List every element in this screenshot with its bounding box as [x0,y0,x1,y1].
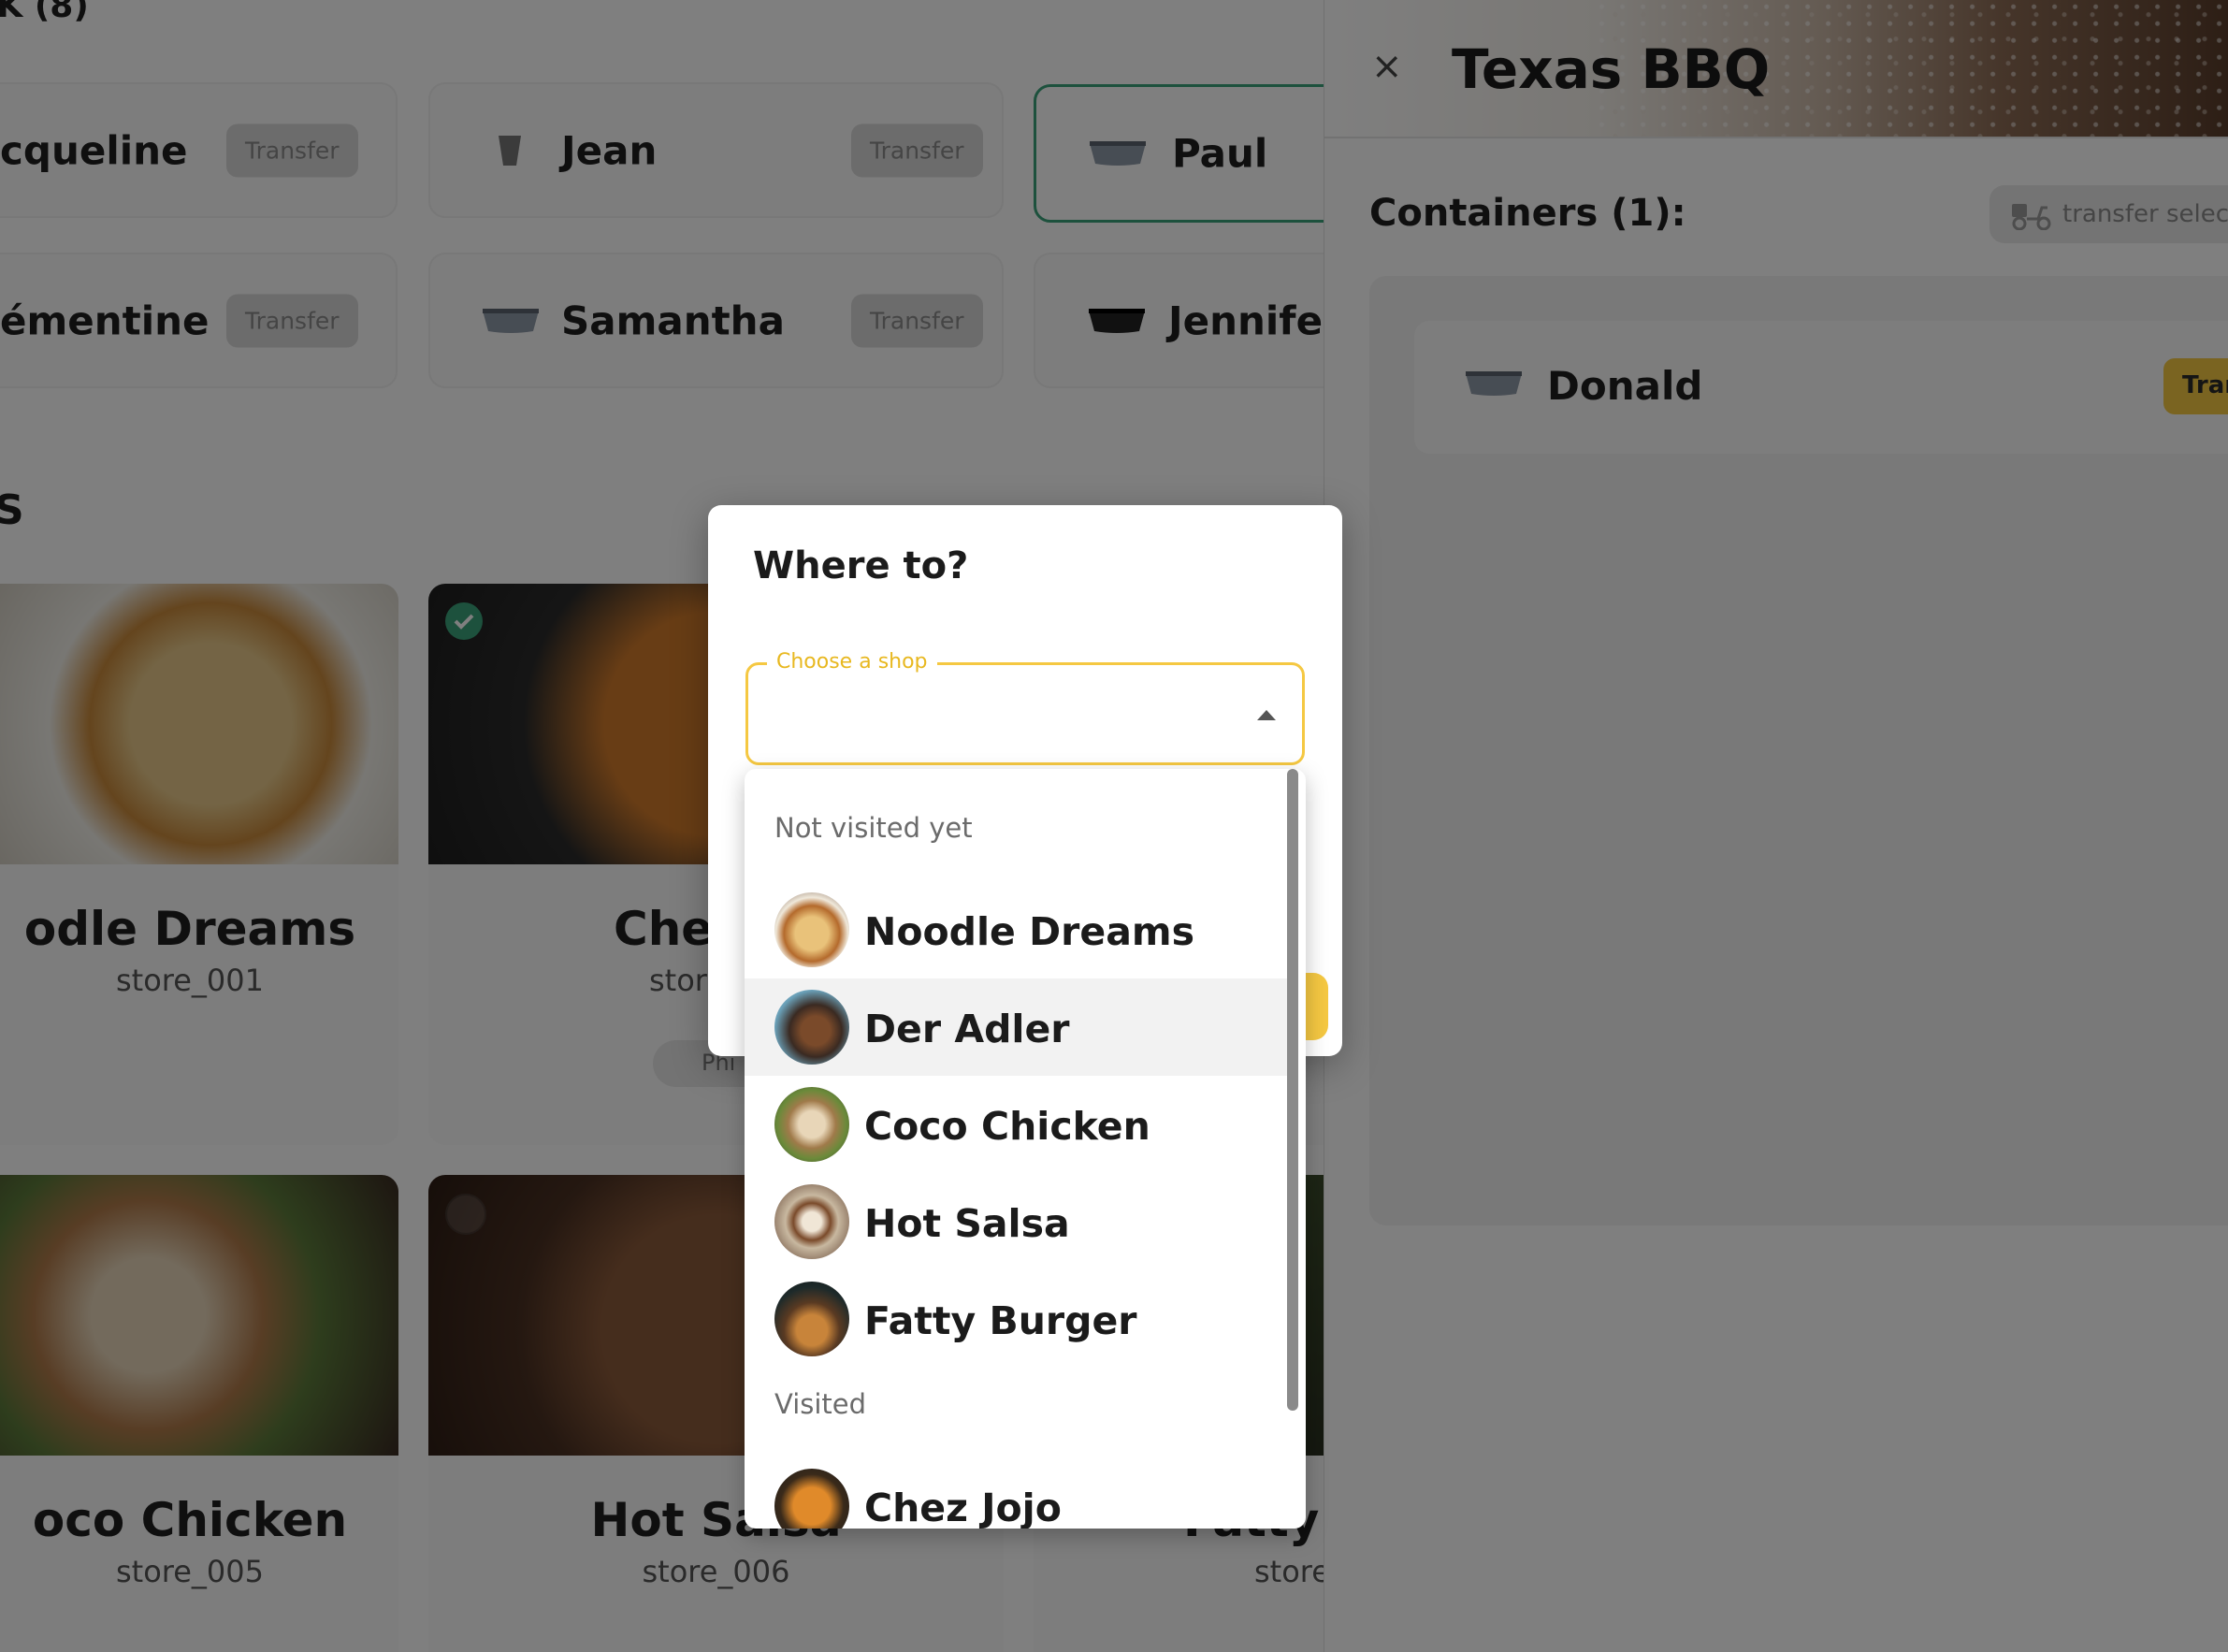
shop-option[interactable]: Noodle Dreams [745,881,1287,978]
shop-option[interactable]: Chez Jojo [745,1457,1287,1529]
shop-dropdown-list[interactable]: Not visited yet Noodle Dreams Der Adler … [745,769,1306,1529]
shop-avatar [774,1282,849,1356]
shop-option[interactable]: Coco Chicken [745,1076,1287,1173]
caret-up-icon [1257,710,1276,720]
shop-option-label: Coco Chicken [864,1104,1150,1149]
group-header-not-visited: Not visited yet [774,812,973,844]
group-header-visited: Visited [774,1388,867,1420]
shop-avatar [774,1469,849,1529]
shop-select[interactable]: Choose a shop [745,650,1305,765]
shop-option-label: Chez Jojo [864,1485,1062,1529]
shop-option[interactable]: Hot Salsa [745,1173,1287,1270]
shop-avatar [774,990,849,1065]
shop-avatar [774,1184,849,1259]
shop-option-label: Hot Salsa [864,1201,1070,1246]
shop-option-label: Fatty Burger [864,1298,1137,1343]
shop-option-label: Der Adler [864,1007,1070,1051]
shop-option-label: Noodle Dreams [864,909,1194,954]
app-page: CK (8) cqueline Transfer Jean Transfer P… [0,0,2228,1652]
shop-avatar [774,1087,849,1162]
dropdown-scrollbar[interactable] [1287,769,1298,1411]
shop-select-label: Choose a shop [767,650,937,674]
shop-option[interactable]: Fatty Burger [745,1270,1287,1368]
shop-avatar [774,892,849,967]
dialog-title: Where to? [753,544,969,587]
shop-option-hovered[interactable]: Der Adler [745,978,1287,1076]
